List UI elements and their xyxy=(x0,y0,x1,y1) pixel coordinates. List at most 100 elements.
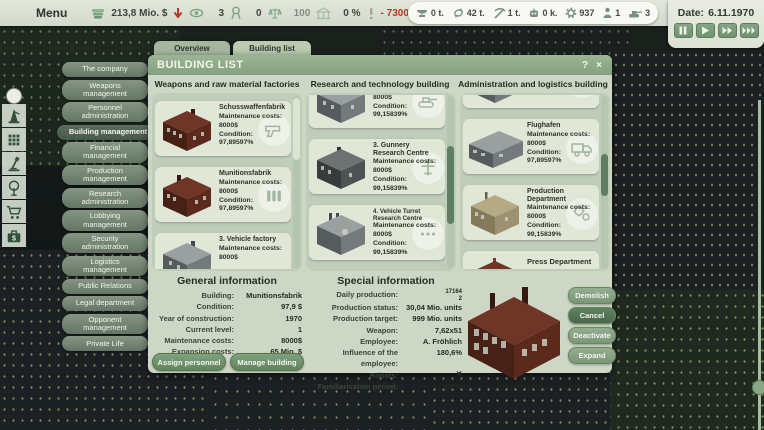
row-label: Influence of the employee: xyxy=(310,347,404,370)
maintenance-value: 8000$ xyxy=(527,140,596,149)
tool-tree[interactable] xyxy=(2,176,26,199)
scales-count: 100 xyxy=(294,8,311,19)
eye-icon xyxy=(189,7,204,19)
deactivate-button[interactable]: Deactivate xyxy=(568,327,616,344)
building-card-press-department[interactable]: Press Department xyxy=(463,251,599,269)
close-button[interactable]: × xyxy=(592,60,606,71)
sidebar-item-legal-department[interactable]: Legal department xyxy=(62,296,148,311)
sidebar-item-weapons-management[interactable]: Weapons management xyxy=(62,80,148,100)
medal-count: 0 xyxy=(256,8,262,19)
row-label: Employee: xyxy=(310,336,404,347)
row-value: 180,6% xyxy=(404,347,462,370)
building-card-vehicle-turret-research[interactable]: 4. Vehicle Turret Research Centre Mainte… xyxy=(309,205,445,260)
tool-briefcase[interactable]: $ xyxy=(2,224,26,247)
materials-pill: 0 t. 42 t. 1 t. 0 k. 937 1 3 xyxy=(408,2,658,24)
sidebar-item-financial-management[interactable]: Financial management xyxy=(62,142,148,162)
trend-down-icon xyxy=(173,7,183,19)
maintenance-value: 8000$ xyxy=(219,188,288,197)
maintenance-label: Maintenance costs: xyxy=(219,113,288,122)
button-label: Assign personnel xyxy=(158,358,221,367)
scrollbar-track[interactable] xyxy=(293,96,300,268)
menu-button[interactable]: Menu xyxy=(36,6,67,20)
demolish-button[interactable]: Demolish xyxy=(568,287,616,304)
sidebar-item-research-administration[interactable]: Research administration xyxy=(62,188,148,208)
resource-stats: 213,8 Mio. $ 3 0 100 0 % - 7300 MWh xyxy=(91,6,435,20)
scrollbar-track[interactable] xyxy=(601,96,608,268)
building-name: Munitionsfabrik xyxy=(219,170,288,179)
building-name: Flughafen xyxy=(527,122,596,131)
tool-microscope[interactable] xyxy=(2,152,26,175)
tool-cart[interactable] xyxy=(2,200,26,223)
sidebar-item-opponent-management[interactable]: Opponent management xyxy=(62,314,148,334)
play-button[interactable] xyxy=(696,23,715,38)
scrollbar-thumb[interactable] xyxy=(601,154,608,196)
building-card-flughafen[interactable]: Flughafen Maintenance costs: 8000$ Condi… xyxy=(463,119,599,174)
sidebar-item-lobbying-management[interactable]: Lobbying management xyxy=(62,210,148,230)
tool-keypad[interactable] xyxy=(2,128,26,151)
building-name: Schusswaffenfabrik xyxy=(219,104,288,113)
row-label: Familiarisation period: xyxy=(310,381,404,392)
tab-overview[interactable]: Overview xyxy=(154,41,230,56)
button-label: Manage building xyxy=(237,358,296,367)
sidebar-item-building-management[interactable]: Building management xyxy=(57,125,159,140)
factory-thumbnail xyxy=(311,143,371,191)
scrollbar-track[interactable] xyxy=(447,96,454,268)
cancel-button[interactable]: Cancel xyxy=(568,307,616,324)
sidebar-item-label: Lobbying management xyxy=(74,212,136,228)
sidebar-item-personnel-administration[interactable]: Personnel administration xyxy=(62,102,148,122)
money-icon xyxy=(91,6,105,20)
sidebar-item-the-company[interactable]: The company xyxy=(62,62,148,77)
row-value: Munitionsfabrik xyxy=(240,290,302,301)
fastest-forward-button[interactable] xyxy=(740,23,759,38)
building-card-admin-1[interactable] xyxy=(463,95,599,108)
factory-thumbnail xyxy=(465,123,525,171)
daily-production-bottom: 2 xyxy=(404,296,462,303)
building-name: Press Department xyxy=(527,254,596,267)
sidebar-item-label: Opponent management xyxy=(74,316,136,332)
pill-stat: 42 t. xyxy=(452,7,485,19)
card-text: Production Department Maintenance costs:… xyxy=(527,188,596,239)
tool-strip-toggle[interactable] xyxy=(6,88,22,104)
expand-button[interactable]: Expand xyxy=(568,347,616,364)
sidebar-item-production-management[interactable]: Production management xyxy=(62,165,148,185)
help-button[interactable]: ? xyxy=(578,60,592,71)
money-value: 213,8 Mio. $ xyxy=(111,8,167,19)
fastest-forward-icon xyxy=(742,26,756,35)
sidebar-item-label: Personnel administration xyxy=(74,104,136,120)
tool-strip: $ xyxy=(2,104,26,248)
scrollbar-thumb[interactable] xyxy=(293,98,300,160)
factory-thumbnail xyxy=(465,95,525,105)
condition-value: 99,15839% xyxy=(373,111,442,120)
map-zoom-knob[interactable] xyxy=(752,380,764,395)
pill-stat: 1 t. xyxy=(493,7,521,19)
building-card-research-1[interactable]: Maintenance costs: 8000$ Condition: 99,1… xyxy=(309,95,445,128)
building-card-vehicle-factory[interactable]: 3. Vehicle factory Maintenance costs: 80… xyxy=(155,233,291,269)
maintenance-value: 8000$ xyxy=(373,95,442,103)
building-card-schusswaffenfabrik[interactable]: Schusswaffenfabrik Maintenance costs: 80… xyxy=(155,101,291,156)
maintenance-label: Maintenance costs: xyxy=(219,179,288,188)
tab-building-list[interactable]: Building list xyxy=(233,41,311,56)
sidebar-item-security-administration[interactable]: Security administration xyxy=(62,233,148,253)
condition-label: Condition: xyxy=(219,197,288,206)
assign-personnel-button[interactable]: Assign personnel xyxy=(152,353,226,371)
tool-derrick[interactable] xyxy=(2,104,26,127)
scrollbar-thumb[interactable] xyxy=(447,146,454,224)
sidebar-item-logistics-management[interactable]: Logistics management xyxy=(62,256,148,276)
building-name: 3. Vehicle factory xyxy=(219,236,288,245)
building-card-gunnery-research[interactable]: 3. Gunnery Research Centre Maintenance c… xyxy=(309,139,445,194)
sidebar-item-label: Research administration xyxy=(74,190,136,206)
pause-button[interactable] xyxy=(674,23,693,38)
pause-icon xyxy=(679,26,687,35)
building-card-production-department[interactable]: Production Department Maintenance costs:… xyxy=(463,185,599,240)
sidebar-item-public-relations[interactable]: Public Relations xyxy=(62,279,148,294)
factory-thumbnail xyxy=(311,95,371,125)
building-card-munitionsfabrik[interactable]: Munitionsfabrik Maintenance costs: 8000$… xyxy=(155,167,291,222)
fast-forward-button[interactable] xyxy=(718,23,737,38)
sidebar-item-private-life[interactable]: Private Life xyxy=(62,336,148,351)
condition-value: 99,15839% xyxy=(373,185,442,194)
svg-text:$: $ xyxy=(12,233,16,242)
manage-building-button[interactable]: Manage building xyxy=(230,353,304,371)
card-text: 3. Vehicle factory Maintenance costs: 80… xyxy=(219,236,288,263)
building-list-weapons: Schusswaffenfabrik Maintenance costs: 80… xyxy=(155,95,291,269)
sidebar-item-label: Building management xyxy=(69,128,147,136)
